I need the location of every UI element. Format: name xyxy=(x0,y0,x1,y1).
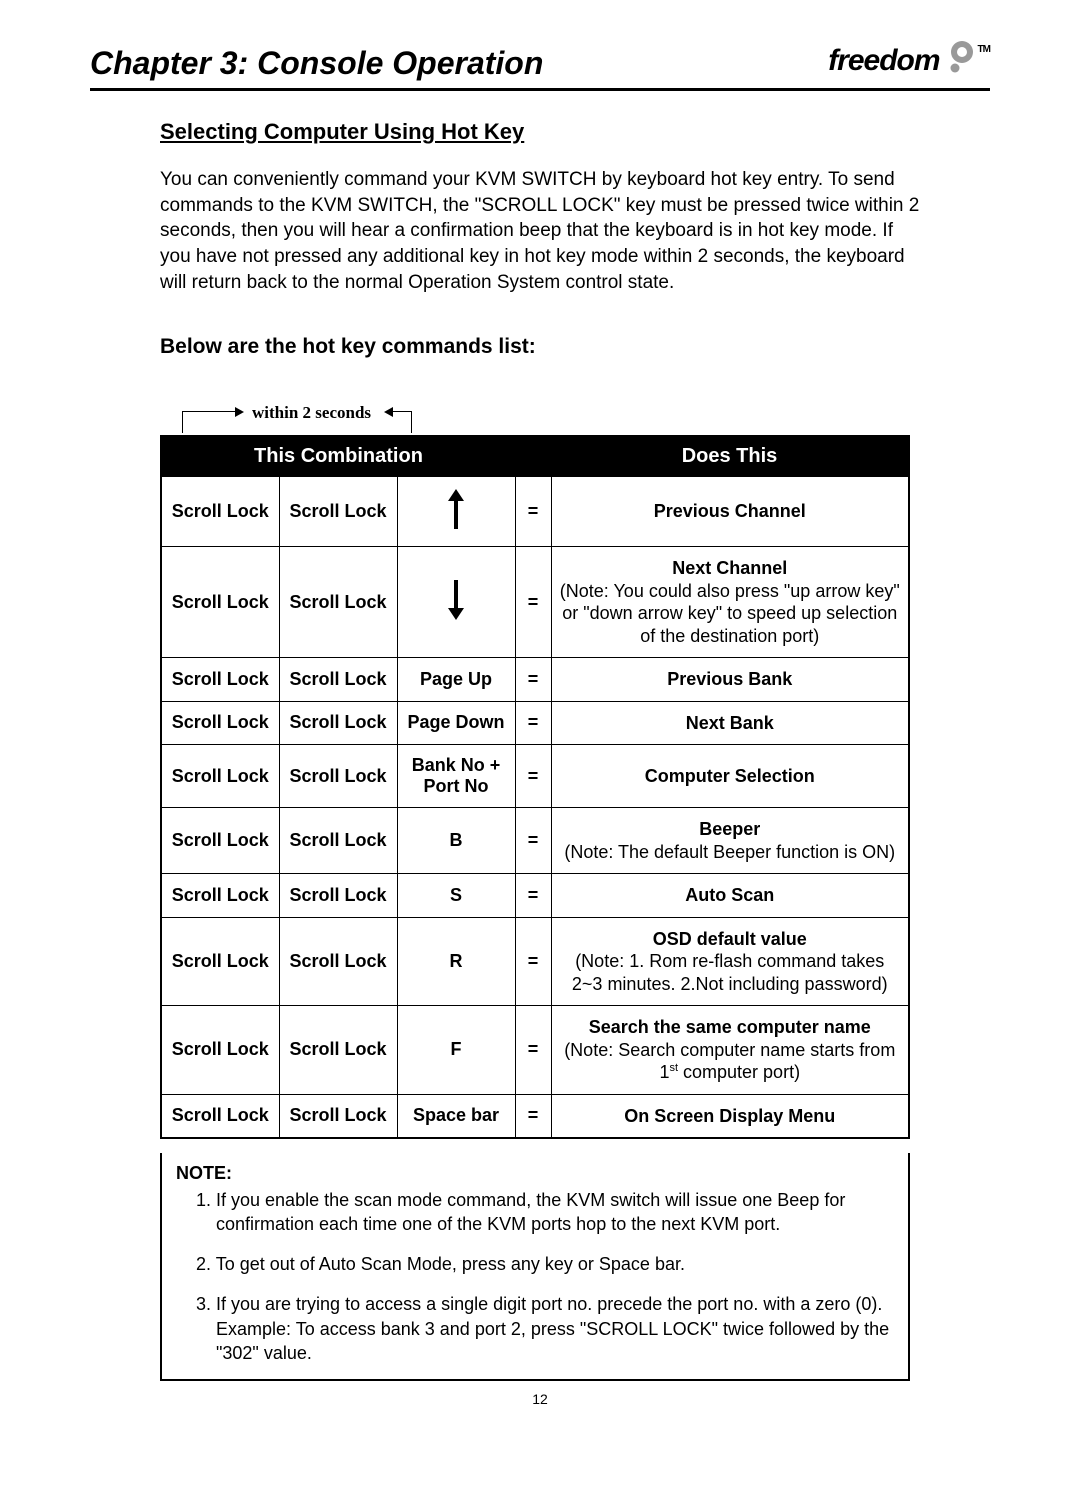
equals-cell: = xyxy=(515,1094,551,1138)
key2-cell: Scroll Lock xyxy=(279,477,397,547)
brand-glyph-icon xyxy=(944,40,974,82)
section-title: Selecting Computer Using Hot Key xyxy=(160,119,920,145)
key3-cell: Space bar xyxy=(397,1094,515,1138)
key1-cell: Scroll Lock xyxy=(161,701,279,745)
timing-arrow-left-icon xyxy=(182,411,242,433)
timing-label: within 2 seconds xyxy=(252,403,371,423)
key3-cell: F xyxy=(397,1006,515,1095)
description-cell: Beeper(Note: The default Beeper function… xyxy=(551,808,909,874)
arrow-up-icon xyxy=(446,487,466,531)
key2-cell: Scroll Lock xyxy=(279,547,397,658)
key2-cell: Scroll Lock xyxy=(279,658,397,702)
key1-cell: Scroll Lock xyxy=(161,745,279,808)
equals-cell: = xyxy=(515,701,551,745)
table-row: Scroll LockScroll LockPage Down=Next Ban… xyxy=(161,701,909,745)
description-cell: Previous Channel xyxy=(551,477,909,547)
key3-cell: Page Up xyxy=(397,658,515,702)
table-row: Scroll LockScroll LockS=Auto Scan xyxy=(161,874,909,918)
equals-cell: = xyxy=(515,808,551,874)
key1-cell: Scroll Lock xyxy=(161,547,279,658)
key3-cell: Bank No + Port No xyxy=(397,745,515,808)
equals-cell: = xyxy=(515,477,551,547)
table-row: Scroll LockScroll LockPage Up=Previous B… xyxy=(161,658,909,702)
key2-cell: Scroll Lock xyxy=(279,808,397,874)
note-item: 1. If you enable the scan mode command, … xyxy=(176,1188,894,1237)
key2-cell: Scroll Lock xyxy=(279,874,397,918)
key3-cell: R xyxy=(397,917,515,1006)
key3-cell xyxy=(397,547,515,658)
timing-arrow-right-icon xyxy=(392,411,412,433)
brand-text: freedom xyxy=(828,44,939,78)
description-cell: OSD default value(Note: 1. Rom re-flash … xyxy=(551,917,909,1006)
header-combination: This Combination xyxy=(161,436,515,477)
equals-cell: = xyxy=(515,547,551,658)
notes-heading: NOTE: xyxy=(176,1161,894,1185)
description-cell: Computer Selection xyxy=(551,745,909,808)
key1-cell: Scroll Lock xyxy=(161,477,279,547)
brand-tm: TM xyxy=(978,44,990,55)
key1-cell: Scroll Lock xyxy=(161,1006,279,1095)
key3-cell: Page Down xyxy=(397,701,515,745)
hotkey-table: This Combination Does This Scroll LockSc… xyxy=(160,435,910,1139)
subheading: Below are the hot key commands list: xyxy=(160,335,920,359)
chapter-title: Chapter 3: Console Operation xyxy=(90,45,543,82)
equals-cell: = xyxy=(515,917,551,1006)
content-area: Selecting Computer Using Hot Key You can… xyxy=(90,119,990,1381)
description-cell: Next Bank xyxy=(551,701,909,745)
table-row: Scroll LockScroll LockBank No + Port No=… xyxy=(161,745,909,808)
page-number: 12 xyxy=(90,1391,990,1407)
key2-cell: Scroll Lock xyxy=(279,1094,397,1138)
key3-cell: S xyxy=(397,874,515,918)
equals-cell: = xyxy=(515,658,551,702)
key1-cell: Scroll Lock xyxy=(161,658,279,702)
key3-cell: B xyxy=(397,808,515,874)
key1-cell: Scroll Lock xyxy=(161,808,279,874)
intro-paragraph: You can conveniently command your KVM SW… xyxy=(160,167,920,295)
description-cell: Previous Bank xyxy=(551,658,909,702)
table-header-row: This Combination Does This xyxy=(161,436,909,477)
notes-box: NOTE: 1. If you enable the scan mode com… xyxy=(160,1153,910,1381)
key1-cell: Scroll Lock xyxy=(161,917,279,1006)
header-eq-blank xyxy=(515,436,551,477)
note-item: 2. To get out of Auto Scan Mode, press a… xyxy=(176,1252,894,1276)
description-cell: Search the same computer name(Note: Sear… xyxy=(551,1006,909,1095)
arrow-down-icon xyxy=(446,578,466,622)
table-row: Scroll LockScroll Lock =Next Channel(Note… xyxy=(161,547,909,658)
key2-cell: Scroll Lock xyxy=(279,745,397,808)
header-bar: Chapter 3: Console Operation freedom TM xyxy=(90,40,990,91)
key2-cell: Scroll Lock xyxy=(279,701,397,745)
table-row: Scroll LockScroll LockSpace bar=On Scree… xyxy=(161,1094,909,1138)
key2-cell: Scroll Lock xyxy=(279,917,397,1006)
description-cell: Next Channel(Note: You could also press … xyxy=(551,547,909,658)
equals-cell: = xyxy=(515,1006,551,1095)
timing-annotation: within 2 seconds xyxy=(182,403,920,435)
table-row: Scroll LockScroll LockB=Beeper(Note: The… xyxy=(161,808,909,874)
equals-cell: = xyxy=(515,874,551,918)
key1-cell: Scroll Lock xyxy=(161,874,279,918)
description-cell: On Screen Display Menu xyxy=(551,1094,909,1138)
note-item: 3. If you are trying to access a single … xyxy=(176,1292,894,1365)
document-page: Chapter 3: Console Operation freedom TM … xyxy=(0,0,1080,1447)
description-cell: Auto Scan xyxy=(551,874,909,918)
brand-logo: freedom TM xyxy=(828,40,990,82)
key2-cell: Scroll Lock xyxy=(279,1006,397,1095)
header-does-this: Does This xyxy=(551,436,909,477)
table-row: Scroll LockScroll LockR=OSD default valu… xyxy=(161,917,909,1006)
equals-cell: = xyxy=(515,745,551,808)
table-row: Scroll LockScroll LockF=Search the same … xyxy=(161,1006,909,1095)
key3-cell xyxy=(397,477,515,547)
table-row: Scroll LockScroll Lock =Previous Channel xyxy=(161,477,909,547)
key1-cell: Scroll Lock xyxy=(161,1094,279,1138)
